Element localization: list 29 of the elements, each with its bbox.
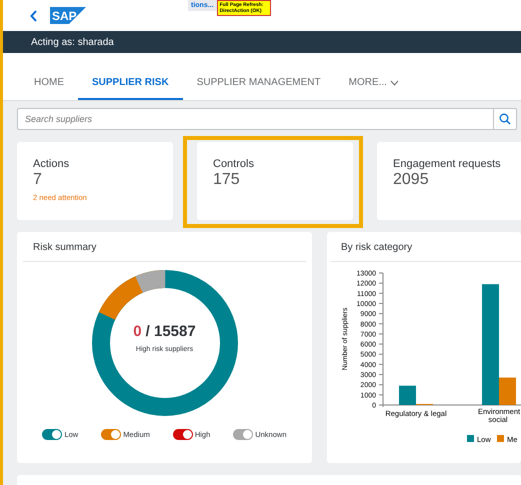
kpi-tile[interactable]: Controls 175 xyxy=(197,142,353,220)
tile-title: Controls xyxy=(213,158,254,170)
toggle-switch[interactable] xyxy=(101,429,122,440)
search-icon xyxy=(499,113,511,125)
search-button[interactable] xyxy=(493,108,517,130)
chevron-down-icon xyxy=(390,80,399,86)
tile-value: 175 xyxy=(213,171,240,189)
back-icon[interactable] xyxy=(30,10,38,22)
high-risk-count: 0 xyxy=(133,323,142,340)
tile-title: Engagement requests xyxy=(393,158,501,170)
legend-swatch xyxy=(467,435,474,442)
kpi-tile[interactable]: Engagement requests 2095 xyxy=(377,142,521,220)
nav-tab[interactable]: SUPPLIER RISK xyxy=(78,77,183,100)
search-field[interactable]: Search suppliers xyxy=(17,108,493,130)
sap-logo: SAP xyxy=(50,7,86,24)
nav-tab[interactable]: SUPPLIER MANAGEMENT xyxy=(182,77,335,100)
card-title: By risk category xyxy=(331,232,521,262)
toggle-switch[interactable] xyxy=(233,429,254,440)
card-title: Risk summary xyxy=(23,232,306,262)
acting-as-text: Acting as: sharada xyxy=(31,36,114,48)
tile-title: Actions xyxy=(33,158,70,170)
nav-tab[interactable]: HOME xyxy=(20,77,78,100)
tile-value: 2095 xyxy=(393,171,429,189)
legend-swatch xyxy=(497,435,504,442)
tile-value: 7 xyxy=(33,171,42,189)
nav-tab[interactable]: MORE... xyxy=(334,77,413,100)
total-suppliers: / 15587 xyxy=(146,323,196,340)
toggle-switch[interactable] xyxy=(42,429,62,440)
toggle-switch[interactable] xyxy=(172,429,193,440)
